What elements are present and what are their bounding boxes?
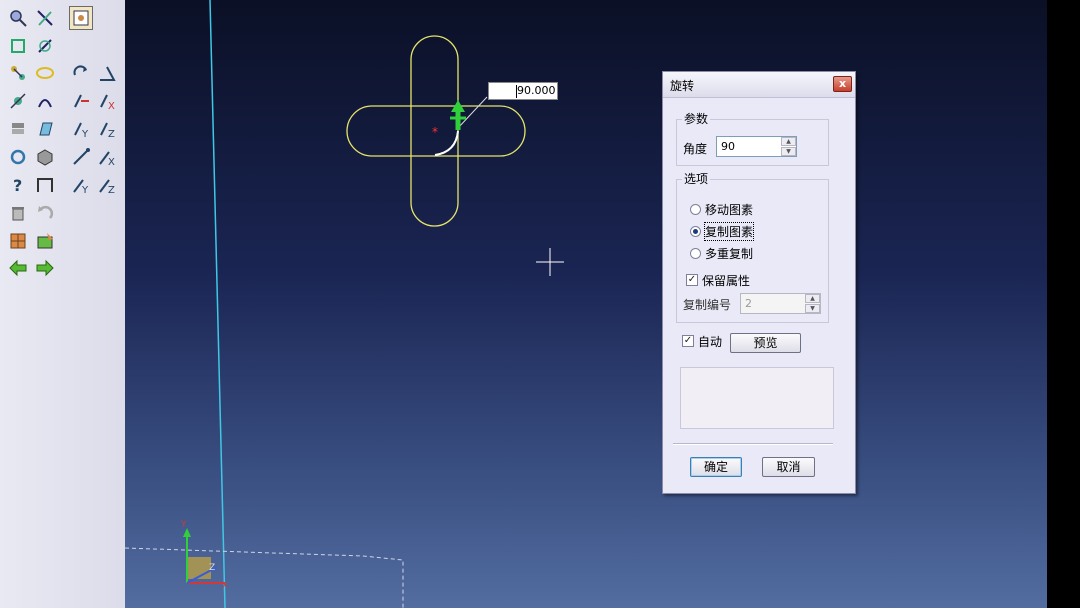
copy-count-spinner: 2 ▲ ▼ — [740, 293, 821, 314]
angle-input-field[interactable]: 90.000 — [488, 82, 558, 100]
axis-x-label: X — [222, 581, 228, 590]
angle-input-value: 90.000 — [517, 84, 556, 97]
angle-icon[interactable] — [96, 62, 118, 84]
rotation-handle[interactable] — [450, 100, 466, 130]
settings-grid-icon[interactable] — [7, 230, 29, 252]
ellipse-icon[interactable] — [34, 62, 56, 84]
svg-text:X: X — [108, 157, 115, 167]
dialog-separator — [673, 443, 833, 445]
close-button[interactable]: x — [833, 76, 852, 92]
keep-attributes-checkbox[interactable]: ✓ — [686, 274, 698, 286]
spin-up-icon: ▲ — [805, 294, 820, 303]
refresh-icon[interactable] — [7, 146, 29, 168]
rotate-arrows-icon[interactable] — [70, 62, 92, 84]
radio-move-label[interactable]: 移动图素 — [705, 201, 753, 218]
forward-arrow-icon[interactable] — [34, 257, 56, 279]
blend-icon[interactable] — [34, 90, 56, 112]
coordinate-triad — [183, 528, 225, 584]
svg-text:Z: Z — [108, 185, 115, 195]
translate-y-icon[interactable]: Y — [70, 174, 92, 196]
graphics-viewport[interactable]: * Y Z X 90.000 — [125, 0, 1047, 608]
svg-text:Z: Z — [108, 129, 115, 139]
undo-icon[interactable] — [34, 202, 56, 224]
radio-multi-copy-label[interactable]: 多重复制 — [705, 245, 753, 262]
spin-up-icon[interactable]: ▲ — [781, 137, 796, 146]
dimension-leader — [457, 96, 488, 129]
mirror-x-icon[interactable]: X — [96, 90, 118, 112]
axis-z-label: Z — [209, 563, 215, 573]
message-area — [680, 367, 834, 429]
radio-copy[interactable] — [690, 226, 701, 237]
svg-text:X: X — [108, 101, 115, 111]
angle-label: 角度 — [683, 142, 708, 156]
dialog-titlebar[interactable]: 旋转 x — [663, 72, 855, 98]
translate-z-icon[interactable]: Z — [96, 174, 118, 196]
radio-copy-label[interactable]: 复制图素 — [703, 222, 755, 241]
svg-text:Y: Y — [81, 129, 89, 139]
rotation-arc — [434, 130, 459, 156]
point-icon[interactable] — [7, 90, 29, 112]
plane-icon[interactable] — [34, 118, 56, 140]
left-toolbar: X Y Z X ? Y Z — [0, 0, 126, 608]
document-properties-icon[interactable] — [69, 6, 93, 30]
copy-count-arrows: ▲ ▼ — [805, 294, 820, 313]
scale-x-icon[interactable]: X — [96, 146, 118, 168]
dimension-icon[interactable] — [7, 35, 29, 57]
gate-icon[interactable] — [34, 174, 56, 196]
rotate-dialog: 旋转 x 参数 角度 90 ▲ ▼ 选项 移动图素 复制图素 多重复制 ✓ 保留… — [662, 71, 856, 494]
copy-count-label: 复制编号 — [683, 298, 732, 312]
radio-multi-copy[interactable] — [690, 248, 701, 259]
preview-button[interactable]: 预览 — [730, 333, 801, 353]
grid-plane-outline — [125, 547, 404, 608]
params-group-label: 参数 — [682, 110, 711, 127]
radio-move[interactable] — [690, 204, 701, 215]
connect-point-icon[interactable] — [7, 62, 29, 84]
close-icon: x — [838, 77, 847, 90]
svg-text:Y: Y — [81, 185, 89, 195]
axis-y-label: Y — [180, 520, 187, 530]
help-icon[interactable]: ? — [7, 174, 29, 196]
cancel-button[interactable]: 取消 — [762, 457, 815, 477]
center-marker: * — [432, 125, 438, 139]
keep-attributes-label[interactable]: 保留属性 — [702, 272, 750, 289]
back-arrow-icon[interactable] — [7, 257, 29, 279]
dialog-title: 旋转 — [670, 79, 695, 93]
angle-spinner[interactable]: 90 ▲ ▼ — [716, 136, 797, 157]
right-border — [1047, 0, 1080, 608]
svg-text:?: ? — [13, 176, 22, 195]
ok-button[interactable]: 确定 — [690, 457, 742, 477]
angle-value: 90 — [721, 140, 735, 153]
copy-count-value: 2 — [745, 297, 752, 310]
move-axis-x-icon[interactable] — [70, 90, 92, 112]
trash-icon[interactable] — [7, 202, 29, 224]
text-caret — [516, 85, 517, 98]
viewport-scene: * Y Z X — [125, 0, 564, 608]
edit-picture-icon[interactable] — [34, 230, 56, 252]
spin-down-icon[interactable]: ▼ — [781, 147, 796, 156]
auto-checkbox[interactable]: ✓ — [682, 335, 694, 347]
auto-label[interactable]: 自动 — [698, 333, 722, 350]
angle-spinner-arrows[interactable]: ▲ ▼ — [781, 137, 796, 156]
spin-down-icon: ▼ — [805, 304, 820, 313]
zoom-window-icon[interactable] — [7, 7, 29, 29]
axis-z-icon[interactable]: Z — [96, 118, 118, 140]
erase-curve-icon[interactable] — [34, 35, 56, 57]
options-group-label: 选项 — [682, 170, 711, 187]
axis-y-icon[interactable]: Y — [70, 118, 92, 140]
axis-line — [209, 0, 226, 608]
layer-stack-icon[interactable] — [7, 118, 29, 140]
translate-x-icon[interactable] — [70, 146, 92, 168]
trim-line-icon[interactable] — [34, 7, 56, 29]
cube-icon[interactable] — [34, 146, 56, 168]
cad-application: X Y Z X ? Y Z * Y Z X 90.000 旋转 x 参数 角度 … — [0, 0, 1080, 608]
crosshair-cursor-icon — [536, 248, 564, 276]
